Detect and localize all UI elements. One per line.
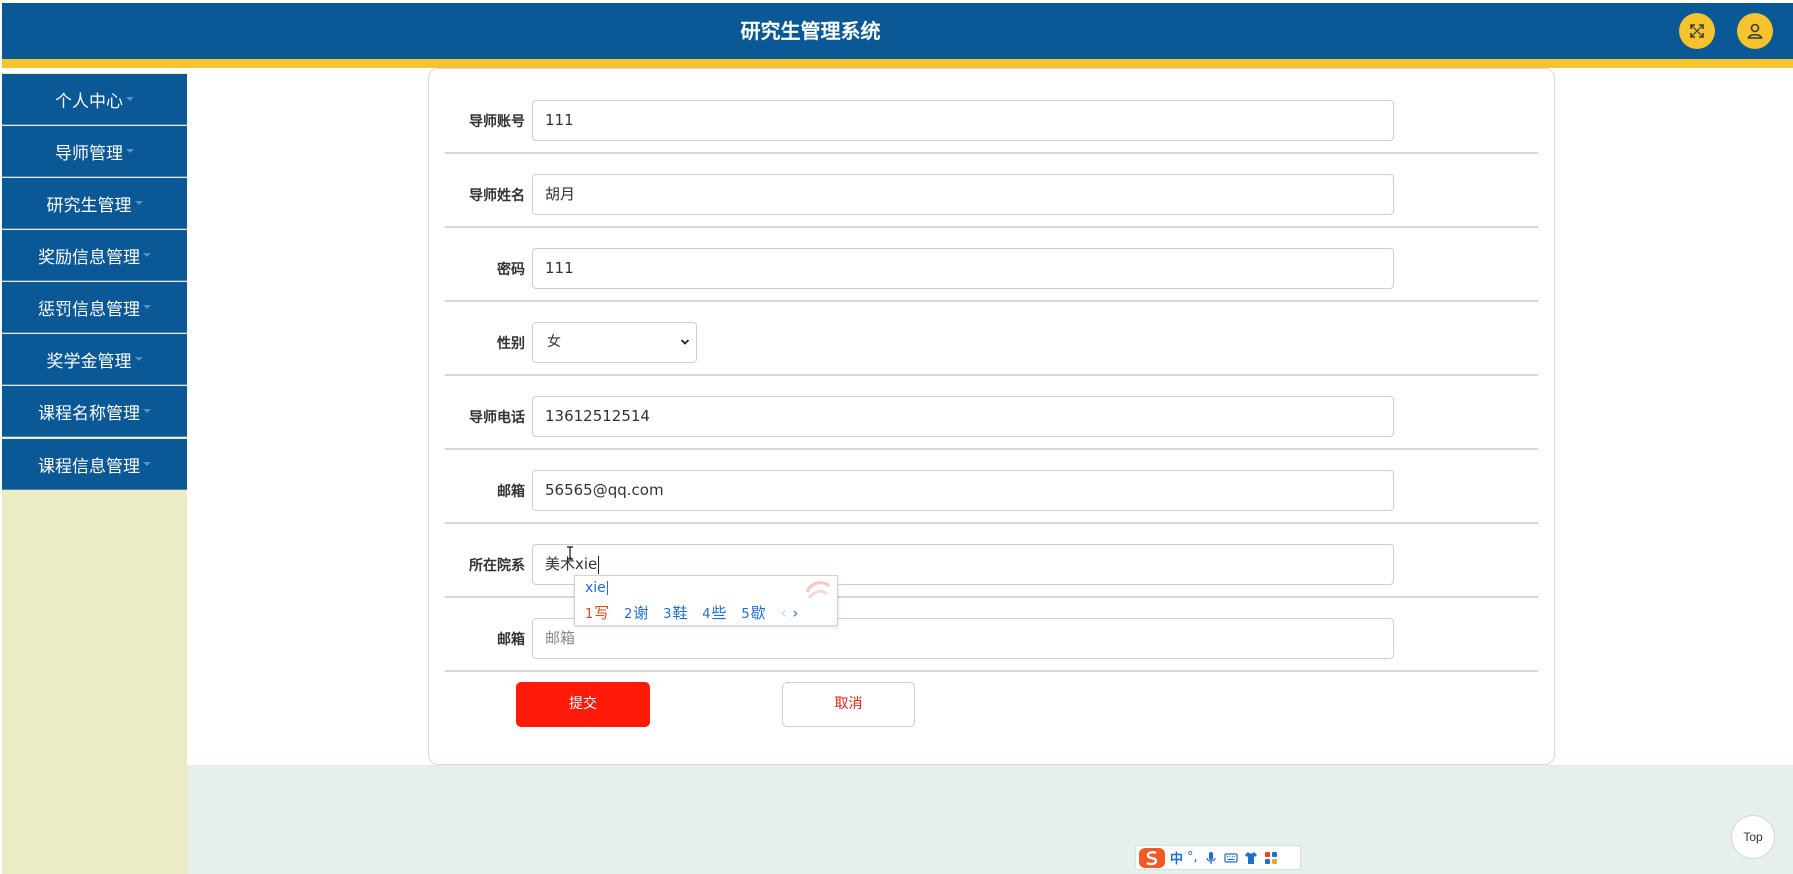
chevron-down-icon [134, 201, 143, 205]
user-button[interactable] [1737, 13, 1773, 49]
user-icon [1747, 23, 1763, 39]
main-footer-area [187, 765, 1793, 874]
gender-select-value: 女 [547, 334, 561, 350]
ime-toolbar: 中 °, [1135, 845, 1301, 870]
field-label: 邮箱 [497, 484, 525, 500]
ime-candidate-popup: xie 1写 2谢 3鞋 4些 5歇 ‹ › [574, 575, 838, 626]
form-row-email: 邮箱 56565@qq.com [445, 450, 1538, 524]
sogou-logo-icon[interactable] [1138, 847, 1166, 869]
ime-mode-indicator[interactable]: 中 [1170, 848, 1183, 867]
app-title: 研究生管理系统 [740, 19, 881, 43]
chevron-down-icon [134, 357, 143, 361]
field-label: 邮箱 [497, 632, 525, 648]
ime-punct-indicator[interactable]: °, [1187, 850, 1198, 865]
field-label: 密码 [497, 262, 525, 278]
skin-shirt-icon[interactable] [1244, 851, 1258, 865]
ime-candidates: 1写 2谢 3鞋 4些 5歇 ‹ › [585, 602, 798, 623]
sidebar-item-label: 研究生管理 [46, 195, 132, 216]
field-label: 导师账号 [469, 114, 525, 130]
form-row-name: 导师姓名 胡月 [445, 154, 1538, 228]
ime-skin-decoration-icon [805, 581, 831, 599]
chevron-down-icon [126, 149, 134, 153]
tutor-name-input[interactable]: 胡月 [532, 174, 1394, 215]
microphone-icon[interactable] [1204, 851, 1218, 865]
form-row-phone: 导师电话 13612512514 [445, 376, 1538, 450]
form-row-password: 密码 111 [445, 228, 1538, 302]
tutor-account-input[interactable]: 111 [532, 100, 1394, 141]
sidebar-item-personal-center[interactable]: 个人中心 [2, 74, 187, 125]
sidebar-item-label: 课程信息管理 [38, 456, 140, 477]
tutor-phone-input[interactable]: 13612512514 [532, 396, 1394, 437]
sidebar-item-label: 奖励信息管理 [38, 247, 140, 268]
ime-candidate[interactable]: 3鞋 [663, 602, 687, 623]
chevron-down-icon [143, 253, 151, 257]
text-caret [606, 581, 608, 595]
cancel-button[interactable]: 取消 [782, 682, 915, 727]
sidebar-item-graduate-management[interactable]: 研究生管理 [2, 178, 187, 229]
password-input[interactable]: 111 [532, 248, 1394, 289]
sidebar-item-penalty-management[interactable]: 惩罚信息管理 [2, 282, 187, 333]
ime-candidate[interactable]: 4些 [702, 602, 726, 623]
back-to-top-button[interactable]: Top [1731, 815, 1775, 859]
submit-button[interactable]: 提交 [516, 682, 650, 727]
ime-prev-icon[interactable]: ‹ [780, 604, 786, 622]
email-input[interactable]: 56565@qq.com [532, 470, 1394, 511]
sidebar-item-label: 奖学金管理 [46, 351, 132, 372]
field-label: 导师电话 [469, 410, 525, 426]
chevron-down-icon [143, 305, 151, 309]
form-row-gender: 性别 女 [445, 302, 1538, 376]
sidebar-item-course-info-management[interactable]: 课程信息管理 [2, 439, 187, 490]
sidebar-item-tutor-management[interactable]: 导师管理 [2, 126, 187, 177]
ime-next-icon[interactable]: › [792, 604, 798, 622]
chevron-down-icon [143, 409, 151, 413]
form-row-account: 导师账号 111 [445, 80, 1538, 154]
text-cursor-icon [567, 546, 573, 560]
ime-candidate[interactable]: 1写 [585, 602, 609, 623]
ime-candidate[interactable]: 5歇 [741, 602, 765, 623]
sidebar-item-label: 导师管理 [55, 143, 123, 164]
field-label: 性别 [497, 336, 525, 352]
chevron-down-icon [680, 339, 690, 345]
toolbox-grid-icon[interactable] [1264, 851, 1278, 865]
fullscreen-icon [1690, 24, 1704, 38]
chevron-down-icon [143, 462, 151, 466]
sidebar-item-course-name-management[interactable]: 课程名称管理 [2, 386, 187, 437]
top-header: 研究生管理系统 [2, 3, 1793, 59]
field-label: 导师姓名 [469, 188, 525, 204]
ime-candidate[interactable]: 2谢 [624, 602, 648, 623]
text-caret [598, 555, 600, 574]
header-accent-strip [2, 59, 1793, 68]
sidebar-item-scholarship-management[interactable]: 奖学金管理 [2, 334, 187, 385]
ime-pinyin: xie [585, 580, 608, 596]
sidebar-item-reward-management[interactable]: 奖励信息管理 [2, 230, 187, 281]
keyboard-icon[interactable] [1224, 851, 1238, 865]
fullscreen-button[interactable] [1679, 13, 1715, 49]
chevron-down-icon [126, 97, 134, 101]
sidebar-item-label: 个人中心 [55, 91, 123, 112]
gender-select[interactable]: 女 [532, 322, 697, 363]
sidebar-item-label: 课程名称管理 [38, 403, 140, 424]
field-label: 所在院系 [469, 558, 525, 574]
sidebar-item-label: 惩罚信息管理 [38, 299, 140, 320]
sidebar: 个人中心 导师管理 研究生管理 奖励信息管理 惩罚信息管理 奖学金管理 课程名称… [2, 73, 187, 874]
ime-page-nav[interactable]: ‹ › [780, 604, 798, 622]
